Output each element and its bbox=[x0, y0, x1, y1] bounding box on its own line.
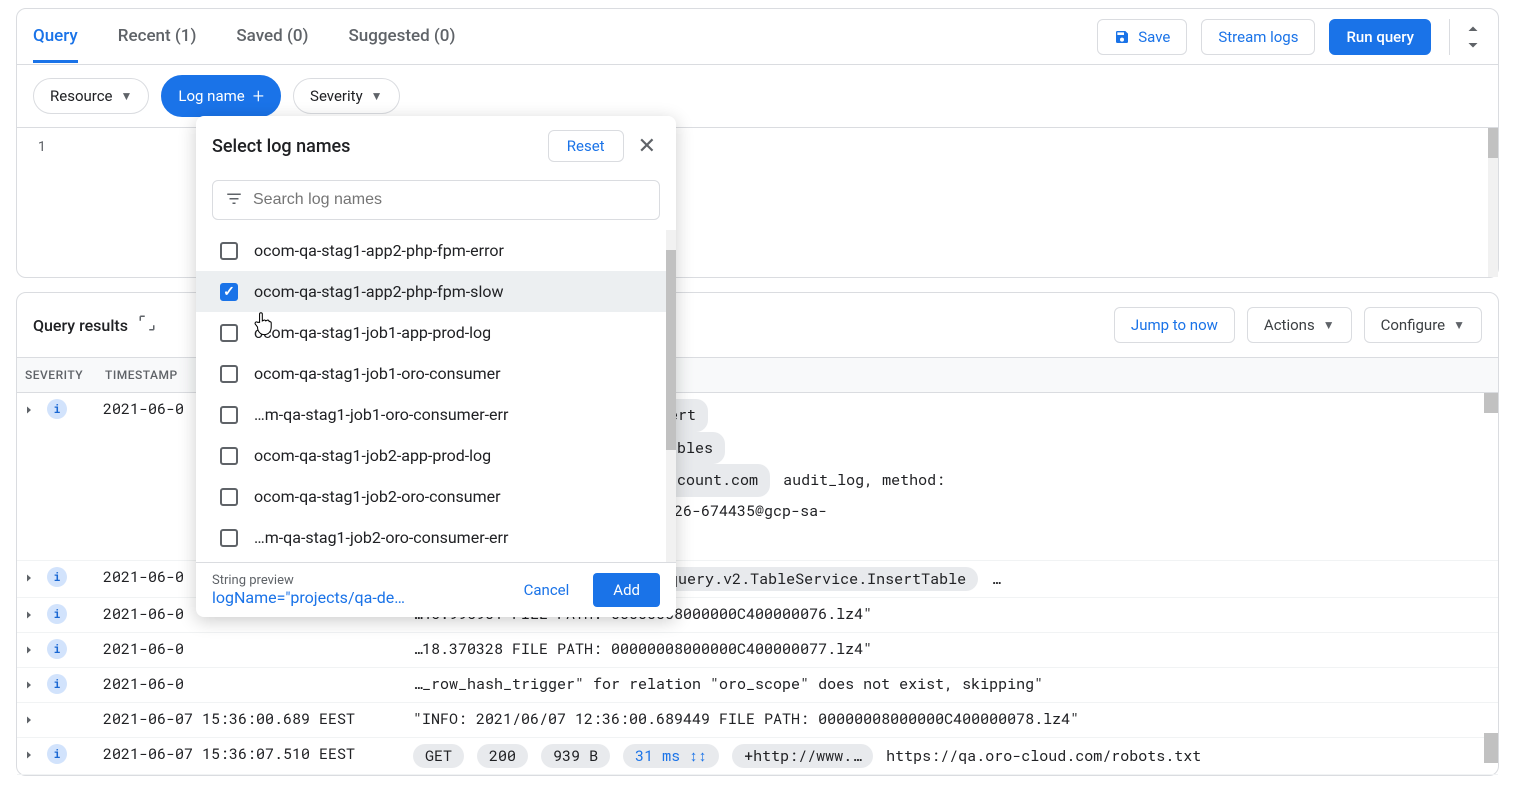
fullscreen-icon[interactable] bbox=[138, 314, 156, 336]
option-label: ocom-qa-stag1-job1-app-prod-log bbox=[254, 323, 491, 342]
checkbox[interactable] bbox=[220, 529, 238, 547]
log-row[interactable]: i 2021-06-0…_row_hash_trigger" for relati… bbox=[17, 668, 1498, 703]
add-button[interactable]: Add bbox=[593, 573, 660, 607]
severity-badge: i bbox=[47, 604, 67, 624]
expand-arrow-icon[interactable] bbox=[23, 567, 47, 589]
search-box[interactable] bbox=[212, 180, 660, 220]
option-label: ocom-qa-stag1-app2-php-fpm-slow bbox=[254, 282, 503, 301]
actions-button[interactable]: Actions ▼ bbox=[1247, 307, 1352, 343]
expand-arrow-icon[interactable] bbox=[23, 709, 47, 731]
checkbox[interactable] bbox=[220, 406, 238, 424]
summary: …18.370328 FILE PATH: 00000008000000C400… bbox=[413, 639, 1478, 659]
option-label: ocom-qa-stag1-app2-php-fpm-error bbox=[254, 241, 504, 260]
summary: "INFO: 2021/06/07 12:36:00.689449 FILE P… bbox=[413, 709, 1478, 729]
timestamp: 2021-06-07 15:36:00.689 EEST bbox=[103, 709, 413, 729]
severity-badge: i bbox=[47, 399, 67, 419]
close-icon[interactable]: ✕ bbox=[634, 134, 660, 159]
expand-arrow-icon[interactable] bbox=[23, 639, 47, 661]
save-button[interactable]: Save bbox=[1097, 19, 1187, 55]
expand-arrow-icon[interactable] bbox=[23, 744, 47, 766]
tab-recent[interactable]: Recent (1) bbox=[118, 12, 197, 61]
summary: GET 200 939 B 31 ms ↕↕ +http://www.… htt… bbox=[413, 744, 1478, 768]
log-row[interactable]: i 2021-06-0…18.370328 FILE PATH: 00000008… bbox=[17, 633, 1498, 668]
chevron-down-icon: ▼ bbox=[371, 89, 383, 103]
log-name-option[interactable]: ocom-qa-stag1-app2-php-fpm-slow bbox=[196, 271, 676, 312]
severity-badge: i bbox=[47, 639, 67, 659]
checkbox[interactable] bbox=[220, 283, 238, 301]
cancel-button[interactable]: Cancel bbox=[514, 573, 580, 607]
severity-chip[interactable]: Severity ▼ bbox=[293, 78, 400, 114]
dropdown-title: Select log names bbox=[212, 136, 538, 157]
dropdown-footer: String preview logName="projects/qa-de… … bbox=[196, 562, 676, 617]
log-name-option[interactable]: ocom-qa-stag1-app2-php-fpm-error bbox=[196, 230, 676, 271]
collapse-expand-toggle[interactable] bbox=[1449, 19, 1482, 55]
checkbox[interactable] bbox=[220, 447, 238, 465]
option-label: …m-qa-stag1-job1-oro-consumer-err bbox=[254, 405, 508, 424]
checkbox[interactable] bbox=[220, 324, 238, 342]
timestamp: 2021-06-0 bbox=[103, 674, 413, 694]
chevron-down-icon: ▼ bbox=[1453, 318, 1465, 332]
resource-chip[interactable]: Resource ▼ bbox=[33, 78, 149, 114]
log-name-option[interactable]: ocom-qa-stag1-job2-oro-consumer bbox=[196, 476, 676, 517]
tab-query[interactable]: Query bbox=[33, 12, 78, 63]
log-name-option-list[interactable]: ocom-qa-stag1-app2-php-fpm-error ocom-qa-… bbox=[196, 230, 676, 562]
checkbox[interactable] bbox=[220, 488, 238, 506]
preview-label: String preview bbox=[212, 573, 500, 588]
log-name-option[interactable]: …m-qa-stag1-job1-oro-consumer-err bbox=[196, 394, 676, 435]
option-label: ocom-qa-stag1-job2-app-prod-log bbox=[254, 446, 491, 465]
reset-button[interactable]: Reset bbox=[548, 130, 624, 162]
log-row[interactable]: 2021-06-07 15:36:00.689 EEST"INFO: 2021/… bbox=[17, 703, 1498, 738]
checkbox[interactable] bbox=[220, 365, 238, 383]
filter-icon bbox=[225, 191, 243, 209]
tab-saved[interactable]: Saved (0) bbox=[236, 12, 308, 61]
editor-scrollbar[interactable] bbox=[1488, 128, 1498, 277]
checkbox[interactable] bbox=[220, 242, 238, 260]
log-name-dropdown: Select log names Reset ✕ ocom-qa-stag1-a… bbox=[196, 116, 676, 617]
timestamp: 2021-06-07 15:36:07.510 EEST bbox=[103, 744, 413, 764]
option-label: …m-qa-stag1-job2-oro-consumer-err bbox=[254, 528, 508, 547]
expand-arrow-icon[interactable] bbox=[23, 674, 47, 696]
results-title: Query results bbox=[33, 316, 128, 335]
log-name-option[interactable]: ocom-qa-stag1-job1-app-prod-log bbox=[196, 312, 676, 353]
preview-string: logName="projects/qa-de… bbox=[212, 588, 500, 607]
chevron-down-icon: ▼ bbox=[1323, 318, 1335, 332]
log-row[interactable]: i 2021-06-07 15:36:07.510 EESTGET 200 939… bbox=[17, 738, 1498, 775]
editor-gutter: 1 bbox=[17, 128, 57, 277]
option-label: ocom-qa-stag1-job2-oro-consumer bbox=[254, 487, 501, 506]
severity-badge bbox=[47, 709, 67, 729]
expand-arrow-icon[interactable] bbox=[23, 604, 47, 626]
plus-icon: + bbox=[253, 84, 264, 108]
results-scrollbar[interactable] bbox=[1484, 393, 1498, 763]
summary: …_row_hash_trigger" for relation "oro_sc… bbox=[413, 674, 1478, 694]
severity-badge: i bbox=[47, 744, 67, 764]
jump-to-now-button[interactable]: Jump to now bbox=[1114, 307, 1235, 343]
configure-button[interactable]: Configure ▼ bbox=[1364, 307, 1482, 343]
stream-logs-button[interactable]: Stream logs bbox=[1201, 19, 1315, 55]
log-name-option[interactable]: ocom-qa-stag1-job1-oro-consumer bbox=[196, 353, 676, 394]
search-input[interactable] bbox=[253, 191, 647, 209]
log-name-option[interactable]: ocom-qa-stag1-job2-app-prod-log bbox=[196, 435, 676, 476]
col-severity: SEVERITY bbox=[17, 358, 97, 392]
tab-bar: Query Recent (1) Saved (0) Suggested (0)… bbox=[17, 9, 1498, 65]
chevron-down-icon: ▼ bbox=[121, 89, 133, 103]
save-icon bbox=[1114, 29, 1130, 45]
expand-arrow-icon[interactable] bbox=[23, 399, 47, 421]
timestamp: 2021-06-0 bbox=[103, 639, 413, 659]
severity-badge: i bbox=[47, 567, 67, 587]
log-name-chip[interactable]: Log name + bbox=[161, 75, 281, 117]
tab-suggested[interactable]: Suggested (0) bbox=[348, 12, 455, 61]
run-query-button[interactable]: Run query bbox=[1329, 19, 1431, 55]
log-name-option[interactable]: …m-qa-stag1-job2-oro-consumer-err bbox=[196, 517, 676, 558]
severity-badge: i bbox=[47, 674, 67, 694]
option-scrollbar[interactable] bbox=[666, 230, 676, 562]
option-label: ocom-qa-stag1-job1-oro-consumer bbox=[254, 364, 501, 383]
